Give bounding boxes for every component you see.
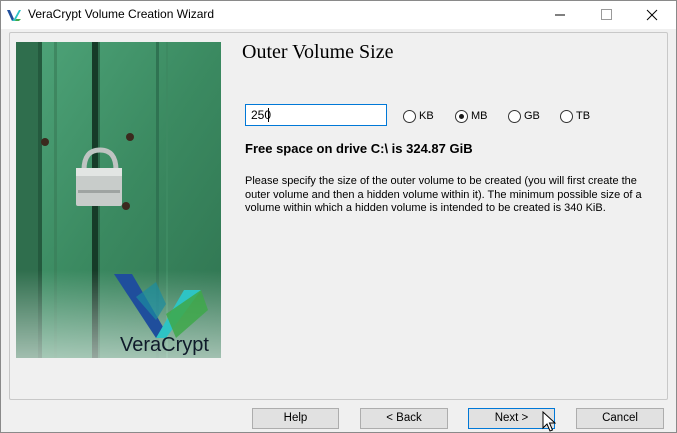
back-button[interactable]: < Back (360, 408, 448, 429)
window-title: VeraCrypt Volume Creation Wizard (28, 7, 215, 21)
radio-circle (508, 110, 521, 123)
help-button[interactable]: Help (252, 408, 339, 429)
title-bar[interactable]: VeraCrypt Volume Creation Wizard (1, 1, 676, 29)
unit-label-tb: TB (576, 110, 591, 122)
close-icon (646, 9, 658, 21)
veracrypt-logo-icon (7, 10, 21, 21)
minimize-button[interactable] (537, 1, 583, 29)
unit-label-kb: KB (419, 110, 434, 122)
maximize-button[interactable] (583, 1, 629, 29)
page-title: Outer Volume Size (242, 41, 394, 63)
minimize-icon (555, 14, 565, 16)
radio-circle (560, 110, 573, 123)
brand-logo-text: VeraCrypt (120, 334, 209, 356)
wizard-window: VeraCrypt Volume Creation Wizard VeraCry… (0, 0, 677, 433)
cancel-button[interactable]: Cancel (576, 408, 664, 429)
text-caret (268, 108, 269, 122)
unit-label-gb: GB (524, 110, 540, 122)
maximize-icon (601, 9, 612, 20)
close-button[interactable] (629, 1, 675, 29)
radio-circle (403, 110, 416, 123)
mouse-pointer-icon (542, 411, 556, 432)
unit-label-mb: MB (471, 110, 488, 122)
free-space-label: Free space on drive C:\ is 324.87 GiB (245, 141, 473, 156)
radio-selected-dot (459, 114, 464, 119)
size-description: Please specify the size of the outer vol… (245, 175, 642, 214)
volume-size-input[interactable] (245, 104, 387, 126)
banner-image: VeraCrypt (16, 42, 221, 358)
radio-circle-selected (455, 110, 468, 123)
